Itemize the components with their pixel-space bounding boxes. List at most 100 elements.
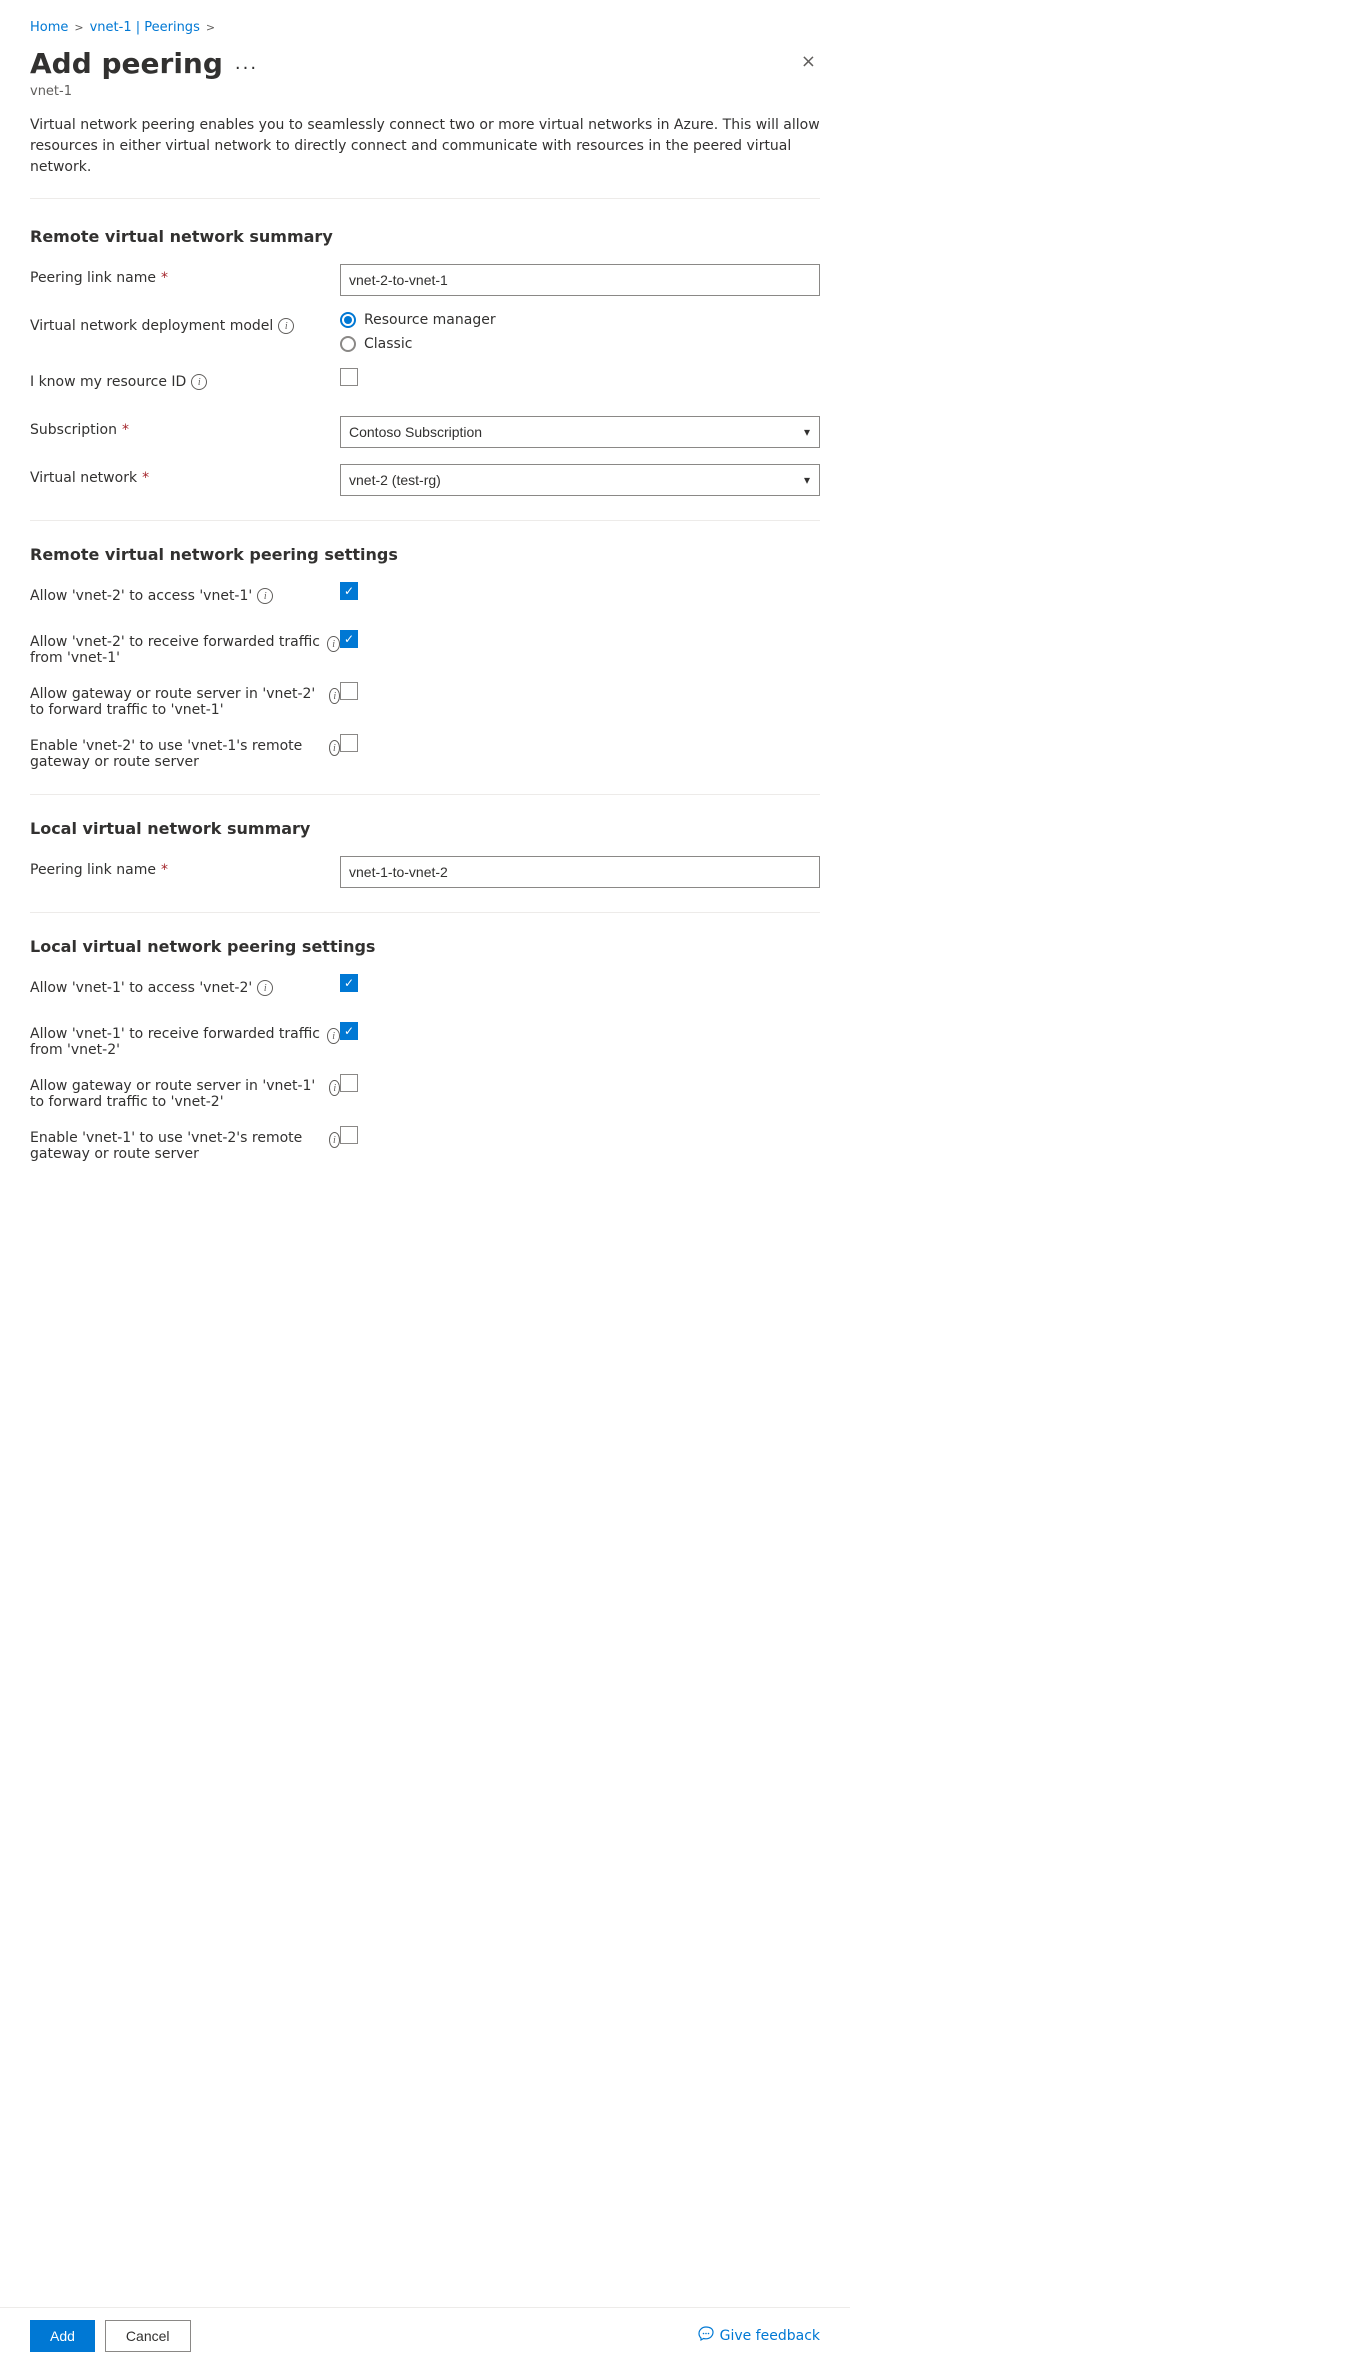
radio-classic-input[interactable]	[340, 336, 356, 352]
local-allow-forwarded-control	[340, 1022, 820, 1040]
subscription-row: Subscription * Contoso Subscription ▾	[30, 416, 820, 448]
remote-allow-gateway-control	[340, 682, 820, 700]
vnet-select[interactable]: vnet-2 (test-rg)	[340, 464, 820, 496]
remote-allow-forwarded-control	[340, 630, 820, 648]
remote-allow-gateway-checkbox[interactable]	[340, 682, 358, 700]
allow-forwarded-info-icon[interactable]: i	[327, 636, 340, 652]
local-allow-forwarded-label: Allow 'vnet-1' to receive forwarded traf…	[30, 1022, 340, 1058]
footer: Add Cancel Give feedback	[0, 2307, 850, 2364]
remote-peering-link-row: Peering link name *	[30, 264, 820, 296]
local-enable-gateway-row: Enable 'vnet-1' to use 'vnet-2's remote …	[30, 1126, 820, 1162]
remote-allow-forwarded-checkbox[interactable]	[340, 630, 358, 648]
page-description: Virtual network peering enables you to s…	[30, 115, 820, 199]
breadcrumb-home[interactable]: Home	[30, 20, 68, 35]
give-feedback-button[interactable]: Give feedback	[698, 2326, 820, 2346]
local-enable-gateway-control	[340, 1126, 820, 1144]
breadcrumb: Home > vnet-1 | Peerings >	[30, 20, 820, 35]
remote-allow-forwarded-label: Allow 'vnet-2' to receive forwarded traf…	[30, 630, 340, 666]
remote-peering-link-control	[340, 264, 820, 296]
local-allow-gateway-row: Allow gateway or route server in 'vnet-1…	[30, 1074, 820, 1110]
local-peering-link-row: Peering link name *	[30, 856, 820, 888]
remote-peering-link-label: Peering link name *	[30, 264, 340, 286]
required-star: *	[161, 270, 168, 286]
resource-id-label: I know my resource ID i	[30, 368, 340, 390]
remote-allow-access-label: Allow 'vnet-2' to access 'vnet-1' i	[30, 582, 340, 604]
subscription-label: Subscription *	[30, 416, 340, 438]
divider-2	[30, 794, 820, 795]
deployment-model-row: Virtual network deployment model i Resou…	[30, 312, 820, 352]
subscription-control: Contoso Subscription ▾	[340, 416, 820, 448]
radio-classic[interactable]: Classic	[340, 336, 820, 352]
subscription-select-wrapper: Contoso Subscription ▾	[340, 416, 820, 448]
breadcrumb-sep2: >	[206, 21, 215, 34]
radio-resource-manager-input[interactable]	[340, 312, 356, 328]
local-enable-gateway-label: Enable 'vnet-1' to use 'vnet-2's remote …	[30, 1126, 340, 1162]
remote-enable-gateway-label: Enable 'vnet-2' to use 'vnet-1's remote …	[30, 734, 340, 770]
local-allow-gateway-control	[340, 1074, 820, 1092]
virtual-network-label: Virtual network *	[30, 464, 340, 486]
remote-allow-access-control	[340, 582, 820, 600]
remote-allow-gateway-label: Allow gateway or route server in 'vnet-2…	[30, 682, 340, 718]
divider-3	[30, 912, 820, 913]
feedback-icon	[698, 2326, 714, 2346]
local-peering-link-input[interactable]	[340, 856, 820, 888]
radio-resource-manager[interactable]: Resource manager	[340, 312, 820, 328]
virtual-network-row: Virtual network * vnet-2 (test-rg) ▾	[30, 464, 820, 496]
local-summary-section: Local virtual network summary Peering li…	[30, 819, 820, 888]
virtual-network-control: vnet-2 (test-rg) ▾	[340, 464, 820, 496]
breadcrumb-vnet[interactable]: vnet-1 | Peerings	[90, 20, 200, 35]
local-allow-access-row: Allow 'vnet-1' to access 'vnet-2' i	[30, 974, 820, 1006]
resource-id-control	[340, 368, 820, 386]
radio-classic-label: Classic	[364, 336, 412, 352]
remote-allow-gateway-row: Allow gateway or route server in 'vnet-2…	[30, 682, 820, 718]
local-allow-forwarded-checkbox[interactable]	[340, 1022, 358, 1040]
local-peering-link-label: Peering link name *	[30, 856, 340, 878]
subscription-select[interactable]: Contoso Subscription	[340, 416, 820, 448]
local-peering-link-control	[340, 856, 820, 888]
allow-access-info-icon[interactable]: i	[257, 588, 273, 604]
remote-summary-section: Remote virtual network summary Peering l…	[30, 227, 820, 496]
local-allow-access-control	[340, 974, 820, 992]
remote-peering-settings-section: Remote virtual network peering settings …	[30, 545, 820, 770]
enable-gateway-info-icon[interactable]: i	[329, 740, 340, 756]
local-allow-forwarded-info-icon[interactable]: i	[327, 1028, 340, 1044]
allow-gateway-info-icon[interactable]: i	[329, 688, 340, 704]
more-options-icon[interactable]: ...	[235, 53, 258, 74]
subscription-required-star: *	[122, 422, 129, 438]
local-allow-access-checkbox[interactable]	[340, 974, 358, 992]
divider-1	[30, 520, 820, 521]
resource-id-info-icon[interactable]: i	[191, 374, 207, 390]
local-enable-gateway-info-icon[interactable]: i	[329, 1132, 340, 1148]
page-subtitle: vnet-1	[30, 84, 820, 99]
local-allow-forwarded-row: Allow 'vnet-1' to receive forwarded traf…	[30, 1022, 820, 1058]
local-enable-gateway-checkbox[interactable]	[340, 1126, 358, 1144]
local-peering-settings-title: Local virtual network peering settings	[30, 937, 820, 956]
breadcrumb-sep1: >	[74, 21, 83, 34]
close-icon[interactable]: ×	[797, 47, 820, 76]
remote-allow-access-checkbox[interactable]	[340, 582, 358, 600]
remote-enable-gateway-control	[340, 734, 820, 752]
page-title: Add peering	[30, 47, 223, 80]
cancel-button[interactable]: Cancel	[105, 2320, 191, 2352]
give-feedback-label[interactable]: Give feedback	[720, 2328, 820, 2344]
deployment-model-control: Resource manager Classic	[340, 312, 820, 352]
local-allow-gateway-info-icon[interactable]: i	[329, 1080, 340, 1096]
local-allow-gateway-checkbox[interactable]	[340, 1074, 358, 1092]
deployment-model-info-icon[interactable]: i	[278, 318, 294, 334]
remote-enable-gateway-checkbox[interactable]	[340, 734, 358, 752]
remote-enable-gateway-row: Enable 'vnet-2' to use 'vnet-1's remote …	[30, 734, 820, 770]
local-summary-title: Local virtual network summary	[30, 819, 820, 838]
footer-buttons: Add Cancel	[30, 2320, 191, 2352]
local-allow-access-label: Allow 'vnet-1' to access 'vnet-2' i	[30, 974, 340, 996]
resource-id-row: I know my resource ID i	[30, 368, 820, 400]
remote-allow-forwarded-row: Allow 'vnet-2' to receive forwarded traf…	[30, 630, 820, 666]
remote-summary-title: Remote virtual network summary	[30, 227, 820, 246]
local-allow-access-info-icon[interactable]: i	[257, 980, 273, 996]
vnet-required-star: *	[142, 470, 149, 486]
local-peering-settings-section: Local virtual network peering settings A…	[30, 937, 820, 1162]
remote-allow-access-row: Allow 'vnet-2' to access 'vnet-1' i	[30, 582, 820, 614]
remote-peering-link-input[interactable]	[340, 264, 820, 296]
add-button[interactable]: Add	[30, 2320, 95, 2352]
radio-resource-manager-label: Resource manager	[364, 312, 496, 328]
resource-id-checkbox[interactable]	[340, 368, 358, 386]
